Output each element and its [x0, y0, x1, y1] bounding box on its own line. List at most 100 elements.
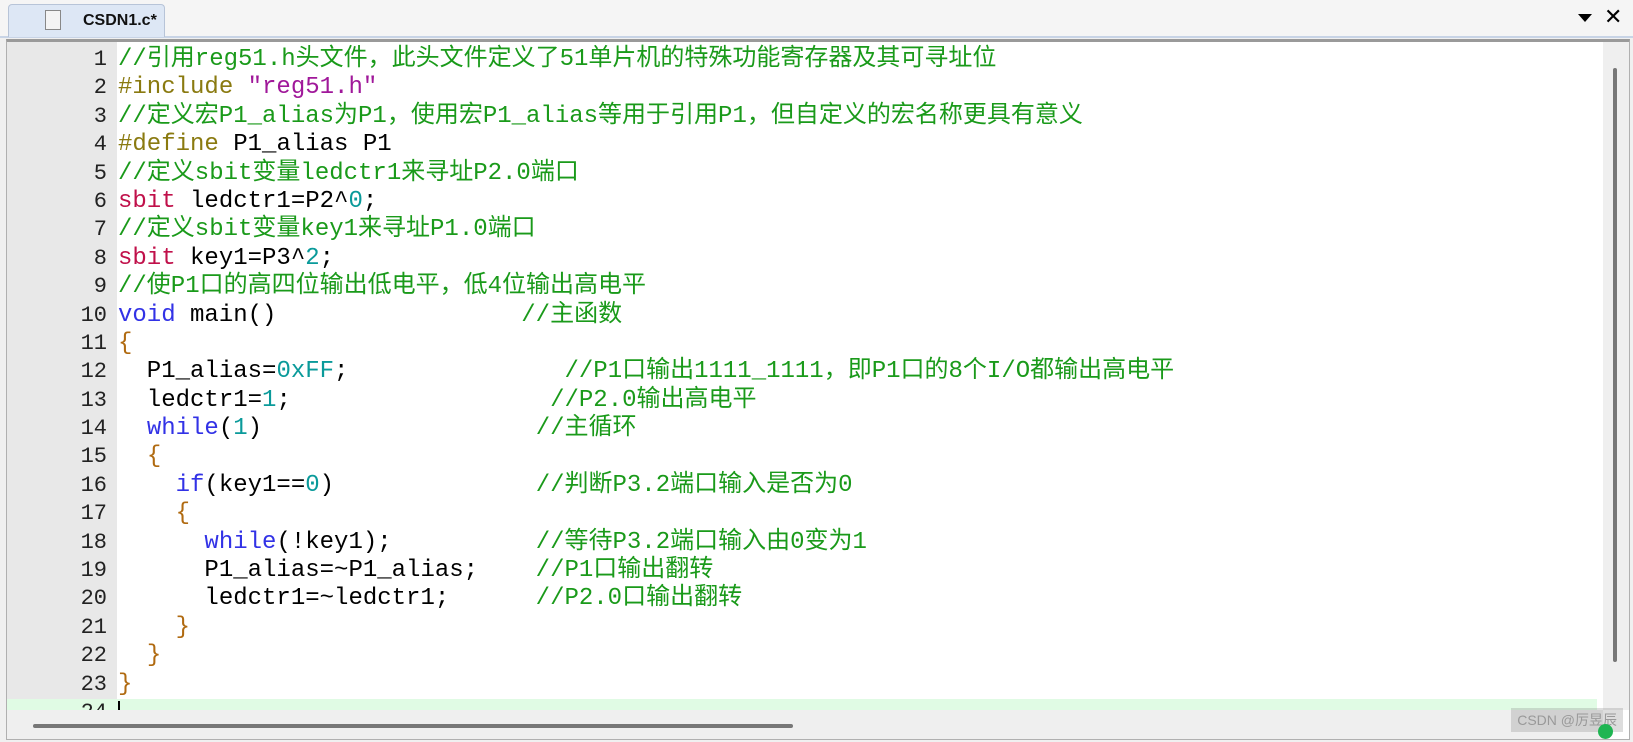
- token-brace: }: [175, 613, 191, 641]
- line-number: 7: [93, 217, 107, 243]
- token-comment: //主函数: [521, 301, 623, 329]
- code-text: {: [118, 330, 132, 358]
- token-plain: ;: [362, 187, 378, 215]
- token-brace: {: [146, 443, 162, 471]
- code-text: #define P1_alias P1: [118, 131, 392, 159]
- code-line[interactable]: 3 //定义宏P1_alias为P1，使用宏P1_alias等用于引用P1，但自定…: [7, 103, 1597, 131]
- line-number: 19: [80, 558, 107, 584]
- token-plain: P1_alias P1: [218, 131, 392, 159]
- code-lines[interactable]: 1 //引用reg51.h头文件，此头文件定义了51单片机的特殊功能寄存器及其可寻…: [7, 46, 1597, 728]
- line-number: 4: [93, 132, 107, 158]
- token-plain: ledctr1=: [118, 386, 263, 414]
- code-line[interactable]: 23}: [7, 671, 1597, 699]
- vertical-scrollbar[interactable]: [1603, 42, 1629, 710]
- line-number: 2: [93, 75, 107, 101]
- code-text: //定义宏P1_alias为P1，使用宏P1_alias等用于引用P1，但自定义…: [118, 103, 1083, 131]
- line-number: 20: [80, 586, 107, 612]
- code-line[interactable]: 8 sbit key1=P3^2;: [7, 245, 1597, 273]
- code-text: while(1) //主循环: [118, 415, 637, 443]
- line-number: 17: [80, 501, 107, 527]
- token-plain: main(): [175, 301, 522, 329]
- line-number: 3: [93, 103, 107, 129]
- token-number: 1: [262, 386, 277, 414]
- tab-list-dropdown-icon[interactable]: [1578, 14, 1592, 22]
- token-pre: #define: [118, 131, 219, 159]
- code-line[interactable]: 13 ledctr1=1; //P2.0输出高电平: [7, 387, 1597, 415]
- token-plain: ): [247, 415, 536, 443]
- line-number: 18: [80, 529, 107, 555]
- code-text: }: [118, 671, 132, 699]
- token-plain: ): [319, 471, 536, 499]
- code-line[interactable]: 16 if(key1==0) //判断P3.2端口输入是否为0: [7, 472, 1597, 500]
- code-line[interactable]: 5 //定义sbit变量ledctr1来寻址P2.0端口: [7, 160, 1597, 188]
- code-text: //引用reg51.h头文件，此头文件定义了51单片机的特殊功能寄存器及其可寻址…: [118, 46, 996, 74]
- code-line[interactable]: 14 while(1) //主循环: [7, 415, 1597, 443]
- horizontal-scroll-thumb[interactable]: [33, 724, 793, 728]
- code-line[interactable]: 18 while(!key1); //等待P3.2端口输入由0变为1: [7, 529, 1597, 557]
- tab-csdn1-c[interactable]: CSDN1.c*: [8, 4, 165, 37]
- code-text: P1_alias=~P1_alias; //P1口输出翻转: [118, 557, 713, 585]
- code-text: while(!key1); //等待P3.2端口输入由0变为1: [118, 528, 866, 557]
- token-comment: //判断P3.2端口输入是否为0: [535, 471, 853, 499]
- token-keyword: while: [146, 415, 219, 443]
- code-line[interactable]: 7 //定义sbit变量key1来寻址P1.0端口: [7, 216, 1597, 244]
- token-comment: //P2.0口输出翻转: [535, 585, 743, 613]
- code-line[interactable]: 15 {: [7, 443, 1597, 471]
- vertical-scroll-thumb[interactable]: [1613, 68, 1617, 662]
- line-number: 8: [93, 245, 107, 271]
- code-line[interactable]: 12 P1_alias=0xFF; //P1口输出1111_1111，即P1口的…: [7, 358, 1597, 386]
- token-pre: #include: [118, 74, 248, 102]
- code-text: //定义sbit变量ledctr1来寻址P2.0端口: [118, 160, 579, 188]
- code-line[interactable]: 11 {: [7, 330, 1597, 358]
- token-keyword: while: [204, 528, 277, 556]
- code-line[interactable]: 21 }: [7, 614, 1597, 642]
- token-plain: (key1==: [204, 471, 306, 499]
- token-plain: ;: [334, 358, 565, 386]
- token-type: sbit: [118, 187, 176, 215]
- code-line[interactable]: 4 #define P1_alias P1: [7, 131, 1597, 159]
- token-brace: {: [175, 500, 191, 528]
- code-line[interactable]: 10 void main() //主函数: [7, 302, 1597, 330]
- token-comment: //P1口输出翻转: [535, 557, 714, 585]
- code-text: //定义sbit变量key1来寻址P1.0端口: [118, 216, 536, 244]
- horizontal-scrollbar[interactable]: [7, 710, 1603, 739]
- code-line[interactable]: 2 #include "reg51.h": [7, 74, 1597, 102]
- code-text: //使P1口的高四位输出低电平，低4位输出高电平: [118, 273, 646, 301]
- line-number: 21: [80, 614, 107, 640]
- token-plain: (!key1);: [276, 528, 536, 556]
- code-text: {: [118, 443, 161, 471]
- code-line[interactable]: 22 }: [7, 642, 1597, 670]
- line-number: 14: [80, 416, 107, 442]
- line-number: 12: [80, 359, 107, 385]
- code-line[interactable]: 19 P1_alias=~P1_alias; //P1口输出翻转: [7, 557, 1597, 585]
- token-plain: P1_alias=~P1_alias;: [118, 557, 536, 585]
- token-keyword: void: [118, 301, 176, 329]
- token-comment: //引用reg51.h头文件，此头文件定义了51单片机的特殊功能寄存器及其可寻址…: [118, 46, 997, 73]
- token-brace: }: [146, 642, 162, 670]
- token-plain: ledctr1=P2^: [175, 187, 349, 215]
- token-number: 0: [305, 471, 320, 499]
- token-plain: key1=P3^: [175, 244, 306, 272]
- code-line[interactable]: 9 //使P1口的高四位输出低电平，低4位输出高电平: [7, 273, 1597, 301]
- token-string: "reg51.h": [247, 74, 378, 102]
- code-line[interactable]: 17 {: [7, 500, 1597, 528]
- close-icon[interactable]: ✕: [1604, 5, 1622, 29]
- line-number: 22: [80, 643, 107, 669]
- code-line[interactable]: 1 //引用reg51.h头文件，此头文件定义了51单片机的特殊功能寄存器及其可寻…: [7, 46, 1597, 74]
- code-text: if(key1==0) //判断P3.2端口输入是否为0: [118, 472, 853, 500]
- code-line[interactable]: 20 ledctr1=~ledctr1; //P2.0口输出翻转: [7, 585, 1597, 613]
- token-brace: {: [118, 329, 133, 357]
- code-line[interactable]: 6 sbit ledctr1=P2^0;: [7, 188, 1597, 216]
- token-plain: ledctr1=~ledctr1;: [118, 585, 536, 613]
- line-number: 11: [80, 330, 107, 356]
- code-editor[interactable]: 1 //引用reg51.h头文件，此头文件定义了51单片机的特殊功能寄存器及其可寻…: [6, 39, 1630, 740]
- token-type: sbit: [118, 244, 176, 272]
- token-plain: ;: [319, 244, 335, 272]
- token-keyword: if: [175, 471, 205, 499]
- token-number: 0xFF: [276, 358, 335, 386]
- code-text: #include "reg51.h": [118, 74, 377, 102]
